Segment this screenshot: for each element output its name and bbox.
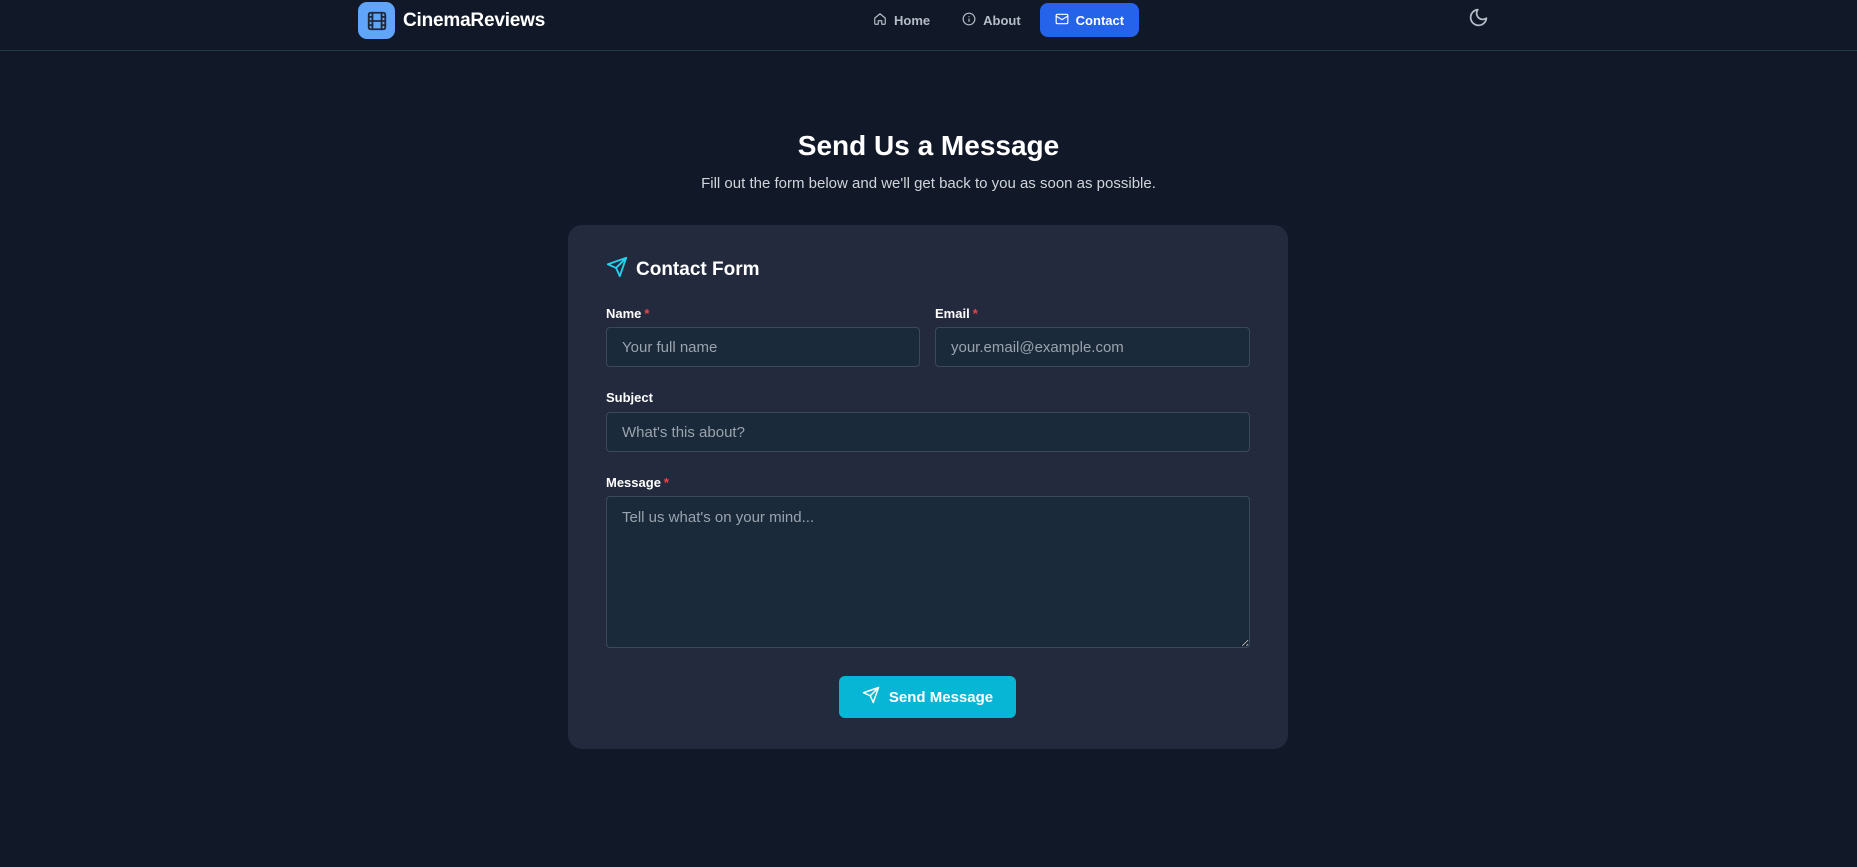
email-input[interactable] (935, 327, 1250, 367)
page-title: Send Us a Message (797, 130, 1060, 161)
brand-name: CinemaReviews (403, 9, 546, 31)
send-message-button[interactable]: Send Message (839, 676, 1016, 718)
contact-form-card: Contact Form Name* Email* Subject Messag… (568, 225, 1288, 749)
message-label: Message * (606, 475, 669, 490)
subject-label: Subject (606, 390, 653, 405)
card-header: Contact Form (606, 256, 760, 283)
send-message-label: Send Message (888, 688, 994, 706)
top-navigation-bar: CinemaReviews Home About Contact (0, 0, 1857, 51)
required-marker: * (663, 475, 669, 490)
nav-item-label: Contact (1075, 12, 1125, 28)
subject-input[interactable] (606, 412, 1250, 452)
nav-item-label: About (983, 12, 1021, 28)
home-icon (873, 12, 887, 29)
email-label: Email * (935, 306, 978, 321)
mail-icon (1055, 12, 1069, 29)
nav-item-label: Home (894, 12, 931, 28)
name-input[interactable] (606, 327, 920, 367)
nav-item-home[interactable]: Home (860, 3, 943, 37)
subject-label-text: Subject (606, 390, 653, 405)
send-icon (606, 256, 628, 283)
info-icon (962, 12, 976, 29)
name-label-text: Name (606, 306, 642, 321)
message-label-text: Message (606, 475, 661, 490)
card-title: Contact Form (636, 258, 760, 280)
brand[interactable]: CinemaReviews (358, 1, 545, 40)
main-nav: Home About Contact (860, 3, 1140, 37)
send-icon (862, 686, 880, 708)
message-textarea[interactable] (606, 496, 1250, 648)
email-label-text: Email (935, 306, 970, 321)
moon-icon (1468, 7, 1489, 33)
required-marker: * (972, 306, 978, 321)
nav-item-about[interactable]: About (949, 3, 1034, 37)
name-label: Name * (606, 306, 649, 321)
film-icon (358, 2, 395, 39)
required-marker: * (644, 306, 650, 321)
theme-toggle-button[interactable] (1466, 8, 1490, 32)
nav-item-contact[interactable]: Contact (1039, 3, 1140, 37)
page-subtitle: Fill out the form below and we'll get ba… (701, 175, 1156, 192)
